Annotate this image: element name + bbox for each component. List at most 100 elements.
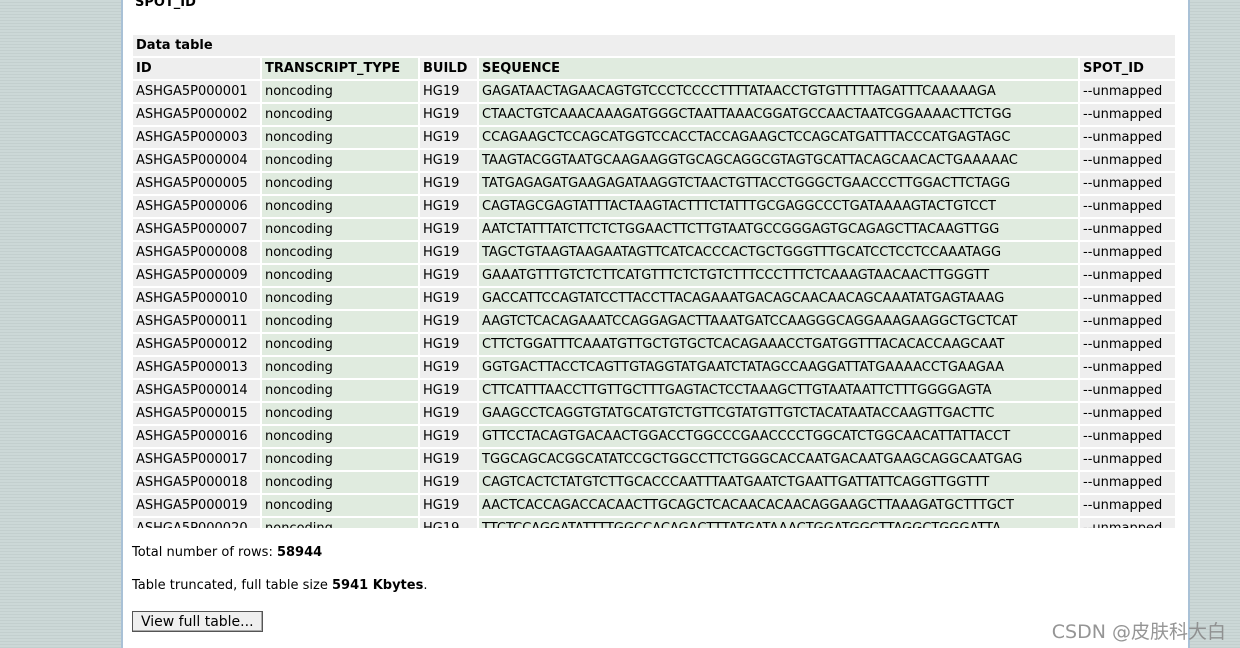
cell-transcript-type: noncoding [262,104,418,125]
cell-id: ASHGA5P000011 [133,311,260,332]
section-heading: SPOT_ID [135,0,196,10]
table-row: ASHGA5P000015 noncoding HG19 GAAGCCTCAGGTGT… [133,403,1175,424]
cell-build: HG19 [420,380,477,401]
cell-sequence: AACTCACCAGACCACAACTTGCAGCTCACAACACAACAGG… [479,495,1078,516]
view-full-table-button[interactable]: View full table... [132,611,263,632]
table-row: ASHGA5P000003 noncoding HG19 CCAGAAGCTCCAGC… [133,127,1175,148]
watermark: CSDN @皮肤科大白 [1051,621,1226,643]
cell-transcript-type: noncoding [262,518,418,528]
cell-transcript-type: noncoding [262,196,418,217]
cell-transcript-type: noncoding [262,495,418,516]
cell-id: ASHGA5P000012 [133,334,260,355]
cell-build: HG19 [420,288,477,309]
cell-build: HG19 [420,150,477,171]
table-row: ASHGA5P000011 noncoding HG19 AAGTCTCACAGAAA… [133,311,1175,332]
cell-build: HG19 [420,104,477,125]
cell-spot-id: --unmapped [1080,127,1175,148]
cell-build: HG19 [420,311,477,332]
cell-id: ASHGA5P000008 [133,242,260,263]
cell-spot-id: --unmapped [1080,219,1175,240]
cell-spot-id: --unmapped [1080,104,1175,125]
cell-transcript-type: noncoding [262,472,418,493]
table-row: ASHGA5P000012 noncoding HG19 CTTCTGGATTTCAA… [133,334,1175,355]
cell-build: HG19 [420,173,477,194]
cell-spot-id: --unmapped [1080,518,1175,528]
cell-sequence: CTTCATTTAACCTTGTTGCTTTGAGTACTCCTAAAGCTTG… [479,380,1078,401]
cell-sequence: TTCTCCAGGATATTTTGGCCACAGACTTTATGATAAACTG… [479,518,1078,528]
cell-id: ASHGA5P000010 [133,288,260,309]
table-row: ASHGA5P000009 noncoding HG19 GAAATGTTTGTCTC… [133,265,1175,286]
cell-transcript-type: noncoding [262,150,418,171]
cell-build: HG19 [420,518,477,528]
cell-sequence: TGGCAGCACGGCATATCCGCTGGCCTTCTGGGCACCAATG… [479,449,1078,470]
cell-spot-id: --unmapped [1080,265,1175,286]
cell-build: HG19 [420,81,477,102]
cell-id: ASHGA5P000020 [133,518,260,528]
cell-transcript-type: noncoding [262,242,418,263]
cell-spot-id: --unmapped [1080,173,1175,194]
cell-spot-id: --unmapped [1080,449,1175,470]
cell-transcript-type: noncoding [262,81,418,102]
cell-spot-id: --unmapped [1080,357,1175,378]
table-row: ASHGA5P000008 noncoding HG19 TAGCTGTAAGTAAG… [133,242,1175,263]
cell-id: ASHGA5P000002 [133,104,260,125]
cell-id: ASHGA5P000006 [133,196,260,217]
table-row: ASHGA5P000017 noncoding HG19 TGGCAGCACGGCAT… [133,449,1175,470]
cell-id: ASHGA5P000016 [133,426,260,447]
cell-build: HG19 [420,334,477,355]
cell-transcript-type: noncoding [262,403,418,424]
table-row: ASHGA5P000004 noncoding HG19 TAAGTACGGTAATG… [133,150,1175,171]
cell-build: HG19 [420,403,477,424]
cell-transcript-type: noncoding [262,449,418,470]
table-header-row: ID TRANSCRIPT_TYPE BUILD SEQUENCE SPOT_I… [133,58,1175,79]
cell-id: ASHGA5P000017 [133,449,260,470]
table-row: ASHGA5P000019 noncoding HG19 AACTCACCAGACCA… [133,495,1175,516]
cell-sequence: AATCTATTTATCTTCTCTGGAACTTCTTGTAATGCCGGGA… [479,219,1078,240]
table-row: ASHGA5P000010 noncoding HG19 GACCATTCCAGTAT… [133,288,1175,309]
cell-transcript-type: noncoding [262,357,418,378]
cell-build: HG19 [420,426,477,447]
cell-id: ASHGA5P000001 [133,81,260,102]
cell-id: ASHGA5P000005 [133,173,260,194]
cell-spot-id: --unmapped [1080,288,1175,309]
cell-build: HG19 [420,357,477,378]
cell-spot-id: --unmapped [1080,150,1175,171]
cell-id: ASHGA5P000013 [133,357,260,378]
cell-build: HG19 [420,219,477,240]
table-row: ASHGA5P000018 noncoding HG19 CAGTCACTCTATGT… [133,472,1175,493]
cell-spot-id: --unmapped [1080,196,1175,217]
cell-sequence: CCAGAAGCTCCAGCATGGTCCACCTACCAGAAGCTCCAGC… [479,127,1078,148]
cell-transcript-type: noncoding [262,380,418,401]
cell-sequence: CAGTCACTCTATGTCTTGCACCCAATTTAATGAATCTGAA… [479,472,1078,493]
column-header-id: ID [133,58,260,79]
data-table-scroll-area[interactable]: Data table ID TRANSCRIPT_TYPE BUILD SEQU… [133,35,1177,528]
cell-sequence: GACCATTCCAGTATCCTTACCTTACAGAAATGACAGCAAC… [479,288,1078,309]
column-header-transcript-type: TRANSCRIPT_TYPE [262,58,418,79]
cell-build: HG19 [420,495,477,516]
total-rows-text: Total number of rows: 58944 [132,545,322,560]
table-row: ASHGA5P000002 noncoding HG19 CTAACTGTCAAACA… [133,104,1175,125]
cell-id: ASHGA5P000007 [133,219,260,240]
cell-build: HG19 [420,265,477,286]
truncated-size: 5941 Kbytes [331,578,424,593]
cell-transcript-type: noncoding [262,173,418,194]
table-row: ASHGA5P000020noncodingHG19TTCTCCAGGATATT… [133,518,1175,528]
cell-spot-id: --unmapped [1080,81,1175,102]
cell-build: HG19 [420,127,477,148]
cell-spot-id: --unmapped [1080,426,1175,447]
cell-sequence: CTAACTGTCAAACAAAGATGGGCTAATTAAACGGATGCCA… [479,104,1078,125]
cell-transcript-type: noncoding [262,265,418,286]
cell-build: HG19 [420,449,477,470]
cell-id: ASHGA5P000014 [133,380,260,401]
cell-spot-id: --unmapped [1080,242,1175,263]
cell-build: HG19 [420,472,477,493]
column-header-build: BUILD [420,58,477,79]
cell-id: ASHGA5P000003 [133,127,260,148]
cell-transcript-type: noncoding [262,426,418,447]
cell-spot-id: --unmapped [1080,472,1175,493]
cell-transcript-type: noncoding [262,334,418,355]
cell-transcript-type: noncoding [262,127,418,148]
total-rows-value: 58944 [276,545,323,560]
cell-id: ASHGA5P000004 [133,150,260,171]
table-truncated-text: Table truncated, full table size 5941 Kb… [132,578,427,593]
